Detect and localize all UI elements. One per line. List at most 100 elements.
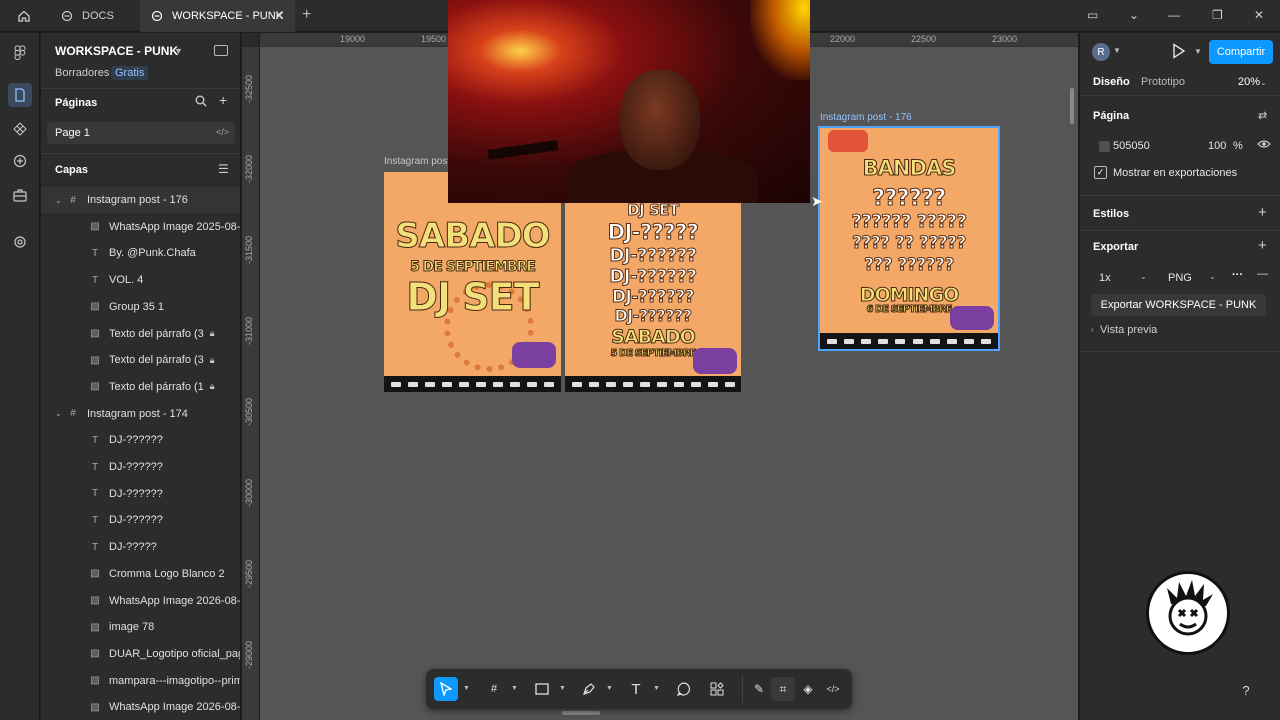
main-menu-icon[interactable] — [8, 41, 32, 65]
design-mode-icon[interactable]: ⌗ — [771, 677, 795, 701]
board-label-instagram-post-176[interactable]: Instagram post - 176 — [820, 112, 912, 123]
maximize-icon[interactable]: ❐ — [1212, 8, 1223, 22]
local-styles-icon[interactable]: ⇄ — [1258, 109, 1267, 122]
home-icon[interactable] — [10, 6, 38, 26]
canvas-vertical-scrollbar[interactable] — [1070, 88, 1074, 124]
tab-design[interactable]: Diseño — [1093, 76, 1130, 88]
components-tool-icon[interactable] — [705, 677, 729, 701]
zoom-level[interactable]: 20% — [1238, 76, 1260, 88]
artboard-instagram-post-176[interactable]: BANDAS ?????? ?????? ????? ???? ?? ?????… — [818, 126, 1000, 351]
window-panel-icon[interactable]: ▭ — [1087, 8, 1098, 22]
inspect-mode-icon[interactable]: ◈ — [796, 677, 820, 701]
chevron-down-icon[interactable]: ▼ — [1194, 47, 1202, 56]
artboard-instagram-post[interactable]: SABADO 5 DE SEPTIEMBRE DJ SET — [384, 172, 561, 392]
share-button[interactable]: Compartir — [1209, 40, 1273, 64]
page-color-swatch[interactable] — [1099, 141, 1110, 152]
page-opacity-value[interactable]: 100 — [1208, 140, 1226, 152]
canvas-horizontal-scrollbar[interactable] — [562, 711, 600, 715]
layer-item[interactable]: T By. @Punk.Chafa — [41, 240, 240, 266]
layer-item[interactable]: T DJ-?????? — [41, 454, 240, 480]
layer-item[interactable]: T DJ-?????? — [41, 507, 240, 533]
rectangle-tool-icon[interactable] — [530, 677, 554, 701]
layer-item[interactable]: ▧ mampara---imagotipo--primark — [41, 668, 240, 694]
chevron-down-icon[interactable]: ⌄ — [1260, 78, 1267, 87]
pen-tool-icon[interactable] — [577, 677, 601, 701]
minimize-icon[interactable]: — — [1168, 8, 1180, 22]
export-button[interactable]: Exportar WORKSPACE - PUNK — [1091, 294, 1266, 316]
layer-item[interactable]: T DJ-????? — [41, 534, 240, 560]
tab-workspace-punk[interactable]: WORKSPACE - PUNK ✕ — [140, 0, 295, 32]
layers-list-icon[interactable]: ☰ — [218, 162, 229, 176]
chevron-down-icon[interactable]: ▼ — [606, 685, 613, 692]
layer-item[interactable]: T DJ-?????? — [41, 481, 240, 507]
search-icon[interactable] — [195, 94, 207, 110]
lock-icon[interactable]: 🔒︎ — [210, 328, 215, 339]
code-icon[interactable]: </> — [216, 127, 229, 137]
frame-tool-icon[interactable]: # — [482, 677, 506, 701]
close-tab-icon[interactable]: ✕ — [274, 8, 285, 24]
layer-item[interactable]: ▧ WhatsApp Image 2026-08-14 a — [41, 694, 240, 720]
layer-item[interactable]: T VOL. 4 — [41, 267, 240, 293]
assets-icon[interactable] — [8, 117, 32, 141]
avatar[interactable]: R — [1092, 43, 1110, 61]
chevron-down-icon[interactable]: ▼ — [559, 685, 566, 692]
chevron-down-icon[interactable]: ▼ — [463, 685, 470, 692]
layer-item[interactable]: ▧ Texto del párrafo (3 🔒︎ — [41, 321, 240, 347]
play-icon[interactable] — [1172, 43, 1186, 62]
layer-item[interactable]: ▧ WhatsApp Image 2026-08-22 a — [41, 588, 240, 614]
settings-icon[interactable] — [8, 230, 32, 254]
more-options-icon[interactable]: ··· — [1232, 269, 1243, 281]
layer-item[interactable]: ▧ Cromma Logo Blanco 2 — [41, 561, 240, 587]
project-title[interactable]: WORKSPACE - PUNK — [55, 44, 178, 58]
remove-export-icon[interactable]: — — [1257, 268, 1268, 280]
chevron-down-icon[interactable]: ▼ — [1113, 46, 1121, 55]
layer-item[interactable]: ▧ WhatsApp Image 2025-08-09 a — [41, 214, 240, 240]
drafts-link[interactable]: Borradores — [55, 67, 109, 79]
move-tool-icon[interactable] — [434, 677, 458, 701]
layer-item[interactable]: ▧ image 78 — [41, 614, 240, 640]
add-page-icon[interactable]: + — [219, 92, 227, 108]
layers-icon[interactable] — [8, 83, 32, 107]
layer-item[interactable]: ▧ Texto del párrafo (3 🔒︎ — [41, 347, 240, 373]
lock-icon[interactable]: 🔒︎ — [210, 355, 215, 366]
chevron-down-icon[interactable]: ⌄ — [55, 196, 65, 205]
page-color-value[interactable]: 505050 — [1113, 140, 1150, 152]
plugins-icon[interactable] — [8, 149, 32, 173]
show-in-exports-checkbox[interactable]: ✓ — [1094, 166, 1107, 179]
chevron-down-icon[interactable]: ⌄ — [1129, 8, 1139, 22]
export-format-select[interactable]: PNG ⌄ — [1162, 266, 1222, 288]
layer-frame[interactable]: ⌄ # Instagram post - 176 — [41, 187, 240, 213]
tab-prototype[interactable]: Prototipo — [1141, 76, 1185, 88]
artboard-instagram-post-174[interactable]: DJ SET DJ-????? DJ-?????? DJ-?????? DJ-?… — [565, 203, 741, 392]
briefcase-icon[interactable] — [8, 183, 32, 207]
chevron-down-icon[interactable]: ▼ — [511, 685, 518, 692]
chevron-down-icon[interactable]: ▼ — [174, 46, 183, 56]
chevron-down-icon[interactable]: ▼ — [653, 685, 660, 692]
layer-item[interactable]: T DJ-?????? — [41, 427, 240, 453]
draw-mode-icon[interactable]: ✎ — [747, 677, 771, 701]
eye-icon[interactable] — [1257, 139, 1271, 152]
dev-mode-icon[interactable]: </> — [821, 677, 845, 701]
layer-item[interactable]: ▧ DUAR_Logotipo oficial_page-00 — [41, 641, 240, 667]
tab-docs[interactable]: DOCS — [48, 0, 138, 32]
chevron-right-icon[interactable]: › — [1091, 325, 1094, 334]
comment-tool-icon[interactable] — [672, 677, 696, 701]
export-scale-select[interactable]: 1x ⌄ — [1093, 266, 1151, 288]
help-icon[interactable]: ? — [1236, 680, 1256, 700]
new-tab-icon[interactable]: + — [302, 6, 311, 24]
text-tool-icon[interactable]: T — [624, 677, 648, 701]
toggle-sidebar-icon[interactable] — [214, 45, 228, 56]
add-export-icon[interactable]: + — [1258, 237, 1267, 254]
chevron-down-icon[interactable]: ⌄ — [55, 409, 65, 418]
styles-section-header: Estilos — [1093, 208, 1130, 220]
board-label-instagram-post[interactable]: Instagram post — [384, 156, 450, 167]
layer-item[interactable]: ▧ Group 35 1 — [41, 294, 240, 320]
close-window-icon[interactable]: ✕ — [1254, 8, 1264, 22]
page-item-page-1[interactable]: Page 1 </> — [47, 122, 235, 144]
layer-item[interactable]: ▧ Texto del párrafo (1 🔒︎ — [41, 374, 240, 400]
lock-icon[interactable]: 🔒︎ — [210, 381, 215, 392]
add-style-icon[interactable]: + — [1258, 204, 1267, 221]
layer-frame[interactable]: ⌄ # Instagram post - 174 — [41, 401, 240, 427]
layer-label: Texto del párrafo (3 — [109, 354, 204, 367]
preview-toggle[interactable]: Vista previa — [1100, 324, 1157, 336]
